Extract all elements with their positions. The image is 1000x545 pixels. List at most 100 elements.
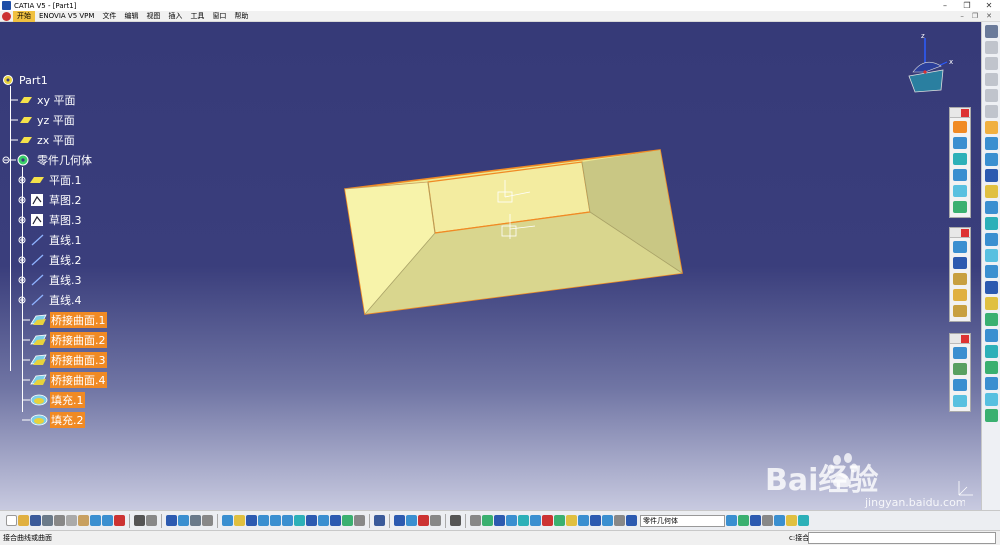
- menu-view[interactable]: 视图: [142, 11, 164, 22]
- toolbar-tool-icon[interactable]: [985, 169, 998, 182]
- toolbar-tool-icon[interactable]: [178, 515, 189, 526]
- toolbar-tool-icon[interactable]: [985, 313, 998, 326]
- part-geometry[interactable]: [0, 22, 981, 510]
- toolbar-tool-icon[interactable]: [202, 515, 213, 526]
- cut-icon[interactable]: [54, 515, 65, 526]
- toolbar-tool-icon[interactable]: [953, 241, 967, 253]
- redo-icon[interactable]: [102, 515, 113, 526]
- toolbar-tool-icon[interactable]: [985, 89, 998, 102]
- toolbar-tool-icon[interactable]: [953, 289, 967, 301]
- toolbar-tool-icon[interactable]: [985, 361, 998, 374]
- toolbar-tool-icon[interactable]: [738, 515, 749, 526]
- maximize-button[interactable]: ❐: [956, 0, 978, 11]
- toolbar-tool-icon[interactable]: [985, 297, 998, 310]
- toolbar-tool-icon[interactable]: [750, 515, 761, 526]
- toolbar-tool-icon[interactable]: [354, 515, 365, 526]
- toolbar-tool-icon[interactable]: [953, 363, 967, 375]
- menu-enovia[interactable]: ENOVIA V5 VPM: [35, 11, 98, 22]
- toolbar-tool-icon[interactable]: [953, 305, 967, 317]
- toolbar-tool-icon[interactable]: [374, 515, 385, 526]
- select-arrow-icon[interactable]: [985, 121, 998, 134]
- pan-icon[interactable]: [246, 515, 257, 526]
- toolbar-tool-icon[interactable]: [985, 217, 998, 230]
- toolbar-tool-icon[interactable]: [590, 515, 601, 526]
- toolbar-tool-icon[interactable]: [953, 169, 967, 181]
- views-icon[interactable]: [306, 515, 317, 526]
- toolbar-tool-icon[interactable]: [953, 121, 967, 133]
- toolbar-tool-icon[interactable]: [506, 515, 517, 526]
- toolbar-tool-icon[interactable]: [953, 273, 967, 285]
- toolbar-tool-icon[interactable]: [985, 281, 998, 294]
- comment-icon[interactable]: [146, 515, 157, 526]
- menu-insert[interactable]: 插入: [164, 11, 186, 22]
- toolbar-close-icon[interactable]: [961, 109, 969, 117]
- toolbar-tool-icon[interactable]: [614, 515, 625, 526]
- toolbar-tool-icon[interactable]: [985, 345, 998, 358]
- toolbar-tool-icon[interactable]: [953, 395, 967, 407]
- toolbar-tool-icon[interactable]: [985, 265, 998, 278]
- current-body-select[interactable]: 零件几何体: [640, 514, 725, 527]
- compass-widget[interactable]: z x: [905, 30, 955, 102]
- paste-icon[interactable]: [78, 515, 89, 526]
- close-button[interactable]: ✕: [978, 0, 1000, 11]
- toolbar-tool-icon[interactable]: [985, 153, 998, 166]
- toolbar-tool-icon[interactable]: [985, 57, 998, 70]
- undo-icon[interactable]: [90, 515, 101, 526]
- toolbar-tool-icon[interactable]: [494, 515, 505, 526]
- rotate-icon[interactable]: [258, 515, 269, 526]
- toolbar-tool-icon[interactable]: [985, 201, 998, 214]
- copy-icon[interactable]: [66, 515, 77, 526]
- toolbar-tool-icon[interactable]: [985, 185, 998, 198]
- toolbar-tool-icon[interactable]: [626, 515, 637, 526]
- toolbar-tool-icon[interactable]: [470, 515, 481, 526]
- new-file-icon[interactable]: [6, 515, 17, 526]
- fit-all-icon[interactable]: [234, 515, 245, 526]
- toolbar-tool-icon[interactable]: [578, 515, 589, 526]
- open-folder-icon[interactable]: [18, 515, 29, 526]
- toolbar-tool-icon[interactable]: [985, 377, 998, 390]
- toolbar-tool-icon[interactable]: [953, 379, 967, 391]
- toolbar-tool-icon[interactable]: [953, 185, 967, 197]
- toolbar-tool-icon[interactable]: [953, 153, 967, 165]
- doc-maximize-button[interactable]: ❐: [968, 11, 982, 22]
- fly-icon[interactable]: [222, 515, 233, 526]
- toolbar-tool-icon[interactable]: [786, 515, 797, 526]
- power-input-field[interactable]: [808, 532, 996, 544]
- toolbar-tool-icon[interactable]: [985, 233, 998, 246]
- 3d-viewport[interactable]: Part1 xy 平面 yz 平面 zx 平面 零件几何体 平面.1 草图.2: [0, 22, 981, 510]
- hide-show-icon[interactable]: [330, 515, 341, 526]
- toolbar-tool-icon[interactable]: [542, 515, 553, 526]
- doc-close-button[interactable]: ✕: [982, 11, 996, 22]
- minimize-button[interactable]: –: [934, 0, 956, 11]
- doc-minimize-button[interactable]: –: [956, 11, 968, 22]
- toolbar-tool-icon[interactable]: [985, 329, 998, 342]
- toolbar-tool-icon[interactable]: [190, 515, 201, 526]
- toolbar-tool-icon[interactable]: [566, 515, 577, 526]
- toolbar-tool-icon[interactable]: [985, 73, 998, 86]
- toolbar-close-icon[interactable]: [961, 335, 969, 343]
- toolbar-close-icon[interactable]: [961, 229, 969, 237]
- toolbar-tool-icon[interactable]: [482, 515, 493, 526]
- toolbar-tool-icon[interactable]: [602, 515, 613, 526]
- toolbar-tool-icon[interactable]: [985, 137, 998, 150]
- toolbar-tool-icon[interactable]: [985, 105, 998, 118]
- render-style-icon[interactable]: [318, 515, 329, 526]
- toolbar-tool-icon[interactable]: [985, 393, 998, 406]
- menu-file[interactable]: 文件: [98, 11, 120, 22]
- toolbar-tool-icon[interactable]: [406, 515, 417, 526]
- toolbar-tool-icon[interactable]: [518, 515, 529, 526]
- swap-space-icon[interactable]: [342, 515, 353, 526]
- print-icon[interactable]: [42, 515, 53, 526]
- whats-this-icon[interactable]: [114, 515, 125, 526]
- toolbar-tool-icon[interactable]: [450, 515, 461, 526]
- menu-start[interactable]: 开始: [13, 10, 35, 22]
- toolbar-tool-icon[interactable]: [530, 515, 541, 526]
- menu-edit[interactable]: 编辑: [120, 11, 142, 22]
- toolbar-tool-icon[interactable]: [166, 515, 177, 526]
- save-icon[interactable]: [30, 515, 41, 526]
- toolbar-tool-icon[interactable]: [953, 201, 967, 213]
- toolbar-tool-icon[interactable]: [798, 515, 809, 526]
- zoom-in-icon[interactable]: [270, 515, 281, 526]
- menu-tools[interactable]: 工具: [186, 11, 208, 22]
- formula-icon[interactable]: [134, 515, 145, 526]
